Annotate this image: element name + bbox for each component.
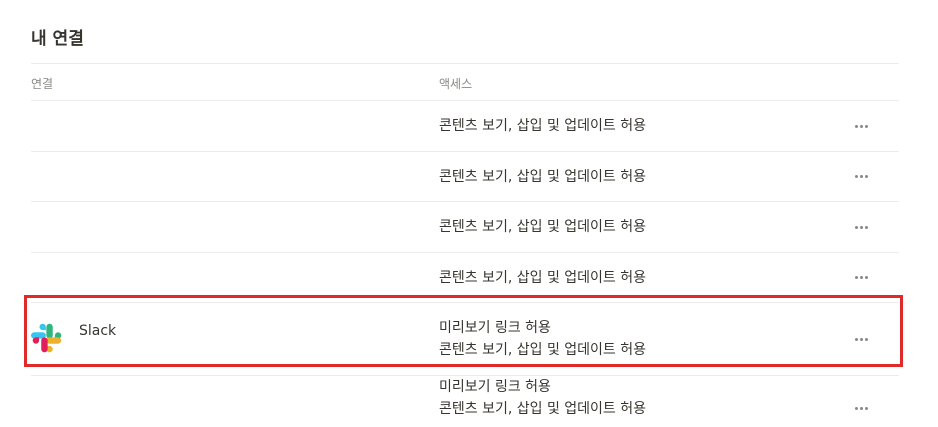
dot xyxy=(864,276,868,279)
page-title: 내 연결 xyxy=(31,29,84,49)
connections-page: 내 연결 연결 액세스 콘텐츠 보기, 삽입 및 업데이트 허용 콘텐츠 보기,… xyxy=(0,0,938,427)
access-description: 미리보기 링크 허용 콘텐츠 보기, 삽입 및 업데이트 허용 xyxy=(439,317,646,361)
access-line: 콘텐츠 보기, 삽입 및 업데이트 허용 xyxy=(439,269,647,286)
dot xyxy=(854,276,858,279)
dot xyxy=(859,276,863,279)
header-access: 액세스 xyxy=(439,77,473,91)
dot xyxy=(859,406,863,410)
dot xyxy=(864,337,868,341)
access-description: 콘텐츠 보기, 삽입 및 업데이트 허용 xyxy=(439,115,646,137)
more-options-button[interactable] xyxy=(851,398,871,418)
dot xyxy=(859,337,863,341)
dot xyxy=(854,337,858,341)
dot xyxy=(854,406,858,410)
more-options-button[interactable] xyxy=(851,116,871,136)
table-header-row: 연결 액세스 xyxy=(31,63,899,100)
access-line: 콘텐츠 보기, 삽입 및 업데이트 허용 xyxy=(439,118,647,134)
access-line: 미리보기 링크 허용 xyxy=(439,320,551,336)
access-description: 미리보기 링크 허용 콘텐츠 보기, 삽입 및 업데이트 허용 xyxy=(439,376,646,420)
access-line: 미리보기 링크 허용 xyxy=(439,379,551,395)
table-row: 미리보기 링크 허용 콘텐츠 보기, 삽입 및 업데이트 허용 xyxy=(31,375,899,427)
more-options-button[interactable] xyxy=(851,329,871,349)
more-options-button[interactable] xyxy=(851,167,871,187)
table-row-slack: Slack 미리보기 링크 허용 콘텐츠 보기, 삽입 및 업데이트 허용 xyxy=(31,302,899,375)
dot xyxy=(854,175,858,178)
access-description: 콘텐츠 보기, 삽입 및 업데이트 허용 xyxy=(439,166,646,188)
access-description: 콘텐츠 보기, 삽입 및 업데이트 허용 xyxy=(439,267,646,289)
dot xyxy=(864,175,868,178)
access-line: 콘텐츠 보기, 삽입 및 업데이트 허용 xyxy=(439,219,647,235)
access-description: 콘텐츠 보기, 삽입 및 업데이트 허용 xyxy=(439,216,646,238)
dot xyxy=(854,124,858,128)
more-options-button[interactable] xyxy=(851,268,871,288)
dot xyxy=(864,124,868,128)
table-row: 콘텐츠 보기, 삽입 및 업데이트 허용 xyxy=(31,150,899,202)
more-options-button[interactable] xyxy=(851,217,871,237)
table-row: 콘텐츠 보기, 삽입 및 업데이트 허용 xyxy=(31,201,899,252)
header-connection: 연결 xyxy=(31,77,54,91)
access-line: 콘텐츠 보기, 삽입 및 업데이트 허용 xyxy=(439,168,647,185)
dot xyxy=(859,175,863,178)
dot xyxy=(864,406,868,410)
dot xyxy=(859,225,863,229)
table-row: 콘텐츠 보기, 삽입 및 업데이트 허용 xyxy=(31,251,899,303)
dot xyxy=(859,124,863,128)
dot xyxy=(854,225,858,229)
access-line: 콘텐츠 보기, 삽입 및 업데이트 허용 xyxy=(439,342,647,358)
connection-name: Slack xyxy=(79,323,117,339)
access-line: 콘텐츠 보기, 삽입 및 업데이트 허용 xyxy=(439,401,647,417)
table-row: 콘텐츠 보기, 삽입 및 업데이트 허용 xyxy=(31,100,899,151)
slack-logo-icon xyxy=(31,323,62,353)
connections-table: 연결 액세스 콘텐츠 보기, 삽입 및 업데이트 허용 콘텐츠 보기, 삽입 및… xyxy=(31,63,899,427)
dot xyxy=(864,225,868,229)
